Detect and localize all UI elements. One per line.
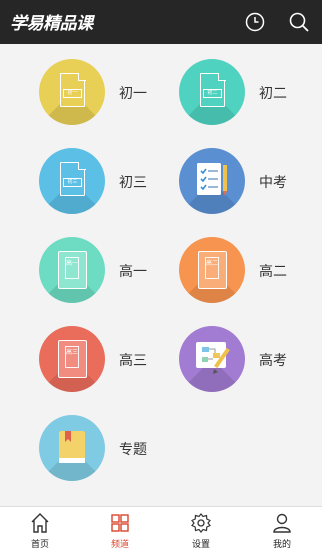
tile-grade7-circle: 初一 — [39, 59, 105, 125]
tab-home-label: 首页 — [30, 540, 49, 550]
document-icon: 初三 — [60, 161, 86, 196]
tile-label: 初二 — [259, 86, 287, 102]
tile-senior3[interactable]: 高三 高三 — [39, 326, 159, 392]
tile-zhongkao[interactable]: 中考 — [179, 148, 299, 214]
tile-label: 专题 — [119, 442, 147, 458]
clock-icon[interactable] — [244, 11, 266, 33]
tile-label: 初三 — [119, 175, 147, 191]
tab-settings-label: 设置 — [191, 540, 210, 550]
tile-label: 中考 — [259, 175, 287, 191]
tile-zhongkao-circle — [179, 148, 245, 214]
tile-topics[interactable]: 专题 — [39, 415, 159, 481]
tile-senior1[interactable]: 高一 高一 — [39, 237, 159, 303]
tile-senior2-circle: 高二 — [179, 237, 245, 303]
tile-topics-circle — [39, 415, 105, 481]
tile-grade9[interactable]: 初三 初三 — [39, 148, 159, 214]
tile-label: 高考 — [259, 353, 287, 369]
home-icon — [31, 513, 49, 533]
tile-grade7[interactable]: 初一 初一 — [39, 59, 159, 125]
tile-label: 高三 — [119, 353, 147, 369]
bookmark-book-icon — [59, 431, 85, 463]
tile-senior3-circle: 高三 — [39, 326, 105, 392]
user-icon — [273, 513, 291, 533]
tile-senior2[interactable]: 高二 高二 — [179, 237, 299, 303]
tile-grade8[interactable]: 初二 初二 — [179, 59, 299, 125]
book-icon: 高三 — [58, 340, 87, 378]
tile-gaokao[interactable]: 高考 — [179, 326, 299, 392]
gear-icon — [191, 513, 211, 533]
channel-grid: 初一 初一 初二 初二 初三 初三 中考 高一 高一 高二 高二 高三 高三 高… — [0, 44, 322, 506]
tab-mine-label: 我的 — [272, 540, 291, 550]
document-icon: 初二 — [200, 72, 226, 107]
document-icon: 初一 — [60, 72, 86, 107]
book-icon: 高一 — [58, 251, 87, 289]
whiteboard-icon — [196, 342, 230, 374]
tab-mine[interactable]: 我的 — [242, 507, 322, 550]
top-bar: 学易精品课 — [0, 0, 322, 44]
checklist-icon — [197, 163, 227, 196]
tab-channel[interactable]: 频道 — [80, 507, 160, 550]
tile-label: 初一 — [119, 86, 147, 102]
tile-label: 高二 — [259, 264, 287, 280]
tile-grade8-circle: 初二 — [179, 59, 245, 125]
tab-home[interactable]: 首页 — [0, 507, 80, 550]
tab-settings[interactable]: 设置 — [161, 507, 241, 550]
tile-label: 高一 — [119, 264, 147, 280]
tile-senior1-circle: 高一 — [39, 237, 105, 303]
grid-icon — [111, 514, 129, 532]
book-icon: 高二 — [198, 251, 227, 289]
tab-channel-label: 频道 — [110, 540, 129, 550]
app-logo: 学易精品课 — [10, 14, 93, 34]
search-icon[interactable] — [288, 11, 310, 33]
tile-gaokao-circle — [179, 326, 245, 392]
bottom-tab-bar: 首页 频道 设置 我的 — [0, 506, 322, 550]
tile-grade9-circle: 初三 — [39, 148, 105, 214]
